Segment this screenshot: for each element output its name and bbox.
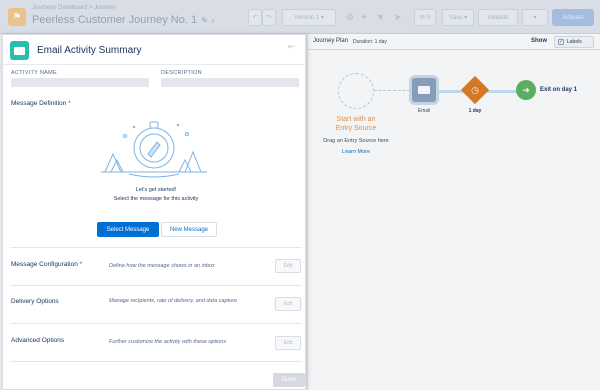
description-label: DESCRIPTION: [161, 70, 202, 76]
compass-ring: [149, 121, 159, 129]
redo-button[interactable]: ↷: [262, 9, 276, 26]
star-dot: [123, 134, 127, 138]
new-message-button[interactable]: New Message: [161, 222, 217, 237]
connector-dashed: [374, 90, 410, 91]
labels-toggle-text: Labels: [567, 39, 582, 45]
envelope-icon: [418, 86, 430, 94]
compass-illustration: [101, 121, 207, 178]
description-input[interactable]: [161, 78, 299, 87]
goal-icon[interactable]: ✦: [360, 12, 368, 23]
envelope-icon: [14, 46, 25, 55]
breadcrumb[interactable]: Journeys Dashboard > Journey: [32, 5, 116, 11]
journey-header: ⚑ Journeys Dashboard > Journey Peerless …: [0, 0, 600, 34]
required-mark: *: [68, 100, 71, 107]
entry-prompt-line2: Entry Source: [335, 125, 377, 132]
exit-criteria-icon[interactable]: ➤: [394, 12, 402, 23]
ground-curve: [128, 173, 180, 178]
notification-count: 0: [426, 14, 431, 21]
select-prompt-text: Select the message for this activity: [113, 196, 199, 202]
collapse-icon[interactable]: ⇤: [288, 42, 295, 51]
notification-badge[interactable]: ✉ 0: [414, 9, 436, 26]
getting-started-text: Let's get started!: [135, 187, 177, 193]
delivery-options-edit-button[interactable]: Edit: [275, 297, 301, 311]
select-message-button[interactable]: Select Message: [97, 222, 159, 237]
message-configuration-desc: Define how the message shows in an inbox: [109, 263, 215, 269]
message-configuration-edit-button[interactable]: Edit: [275, 259, 301, 273]
tree-right: [184, 150, 202, 173]
show-label: Show: [531, 38, 547, 44]
section-divider: [11, 247, 301, 248]
email-node-label: Email: [417, 108, 431, 114]
panel-header: Email Activity Summary ⇤: [3, 35, 305, 65]
labels-toggle[interactable]: ✓ Labels: [554, 36, 594, 48]
drag-hint: Drag an Entry Source here: [323, 138, 389, 144]
undo-button[interactable]: ↶: [248, 9, 262, 26]
journey-plan-label: Journey Plan: [313, 38, 349, 44]
email-activity-panel: Email Activity Summary ⇤ ACTIVITY NAME D…: [2, 34, 306, 390]
compass-needle: [147, 141, 161, 158]
pencil-icon[interactable]: ✎: [201, 16, 208, 25]
email-icon: [10, 41, 29, 60]
more-button[interactable]: ▾: [522, 9, 548, 26]
advanced-options-edit-button[interactable]: Edit: [275, 336, 301, 350]
message-definition-label: Message Definition *: [11, 100, 71, 107]
settings-icon[interactable]: ⚙: [346, 12, 354, 23]
delivery-options-desc: Manage recipients, rate of delivery, and…: [109, 298, 238, 304]
message-configuration-text: Message Configuration: [11, 261, 78, 268]
checkbox-icon[interactable]: ✓: [558, 39, 564, 45]
required-mark: *: [79, 261, 83, 268]
exit-node[interactable]: ➜: [516, 80, 536, 100]
learn-more-link[interactable]: Learn More: [330, 149, 382, 155]
activity-name-input[interactable]: [11, 78, 149, 87]
section-divider: [11, 361, 301, 362]
activity-name-label: ACTIVITY NAME: [11, 70, 57, 76]
message-definition-text: Message Definition: [11, 100, 67, 107]
clock-icon: ◷: [471, 84, 479, 95]
wait-node-label: 1 day: [468, 108, 482, 114]
save-label: Save: [448, 14, 463, 21]
version-select[interactable]: Version 1 ▾: [282, 9, 336, 26]
validate-button[interactable]: Validate: [478, 9, 518, 26]
advanced-options-desc: Further customize the activity with thes…: [109, 339, 227, 345]
advanced-options-title: Advanced Options: [11, 337, 65, 344]
entry-source-dropzone[interactable]: [338, 73, 374, 109]
filter-icon[interactable]: ▼: [376, 12, 385, 22]
exit-node-label: Exit on day 1: [540, 87, 578, 93]
activate-button[interactable]: Activate: [552, 9, 594, 26]
journey-app-icon: ⚑: [8, 8, 26, 26]
canvas-header: Journey Plan Duration: 1 day Show ✓ Labe…: [308, 34, 600, 50]
journey-name: Peerless Customer Journey No. 1: [32, 14, 198, 26]
journey-duration: Duration: 1 day: [353, 39, 387, 45]
done-button[interactable]: Done: [273, 373, 305, 387]
section-divider: [11, 323, 301, 324]
star-dot: [185, 132, 189, 136]
panel-title: Email Activity Summary: [37, 45, 142, 56]
chevron-right-icon[interactable]: ›: [212, 16, 215, 25]
entry-prompt-line1: Start with an: [336, 116, 376, 123]
sparkle: [176, 123, 180, 127]
delivery-options-title: Delivery Options: [11, 298, 59, 305]
email-activity-node[interactable]: [412, 78, 436, 102]
message-configuration-title: Message Configuration *: [11, 261, 82, 268]
save-button[interactable]: Save ▾: [442, 9, 474, 26]
section-divider: [11, 285, 301, 286]
exit-icon: ➜: [522, 84, 530, 95]
page-title: Peerless Customer Journey No. 1 ✎ ›: [32, 14, 214, 26]
version-label: Version 1: [294, 14, 320, 21]
entry-source-prompt: Start with an Entry Source: [318, 115, 394, 133]
sparkle: [132, 125, 136, 129]
